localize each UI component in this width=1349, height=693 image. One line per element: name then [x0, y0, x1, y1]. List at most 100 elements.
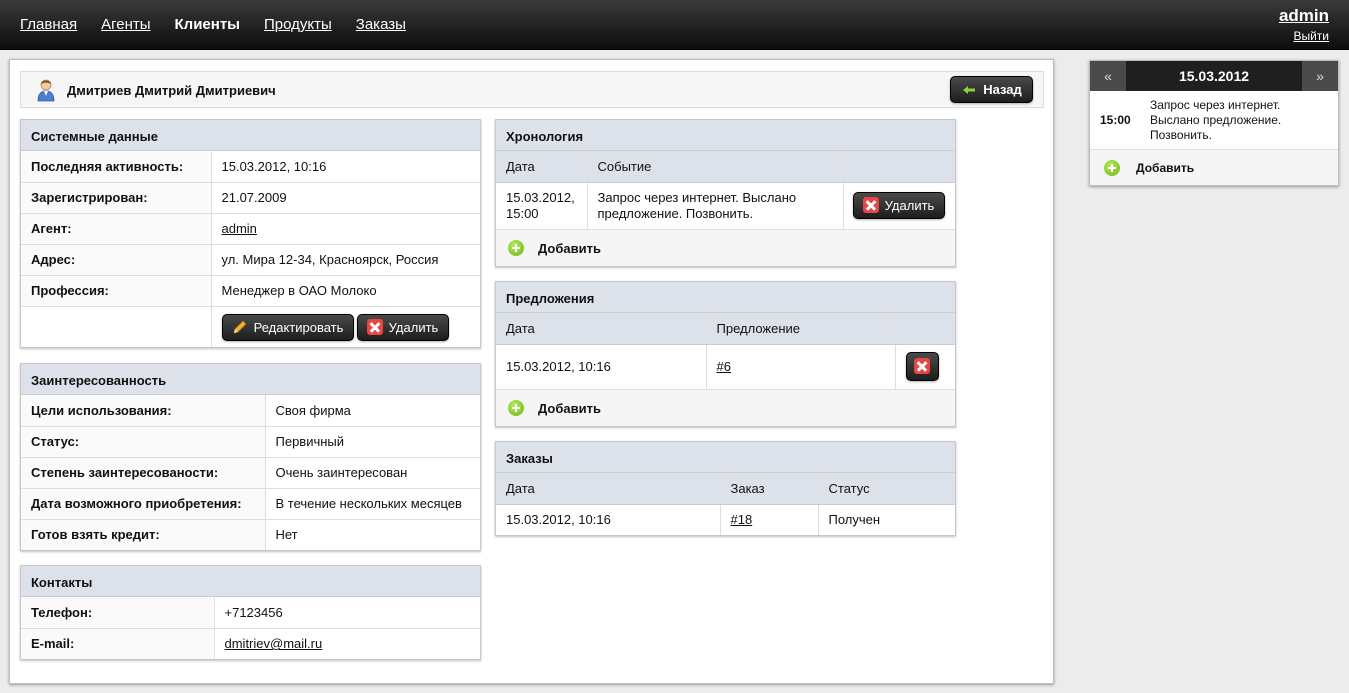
table-row: Адрес: ул. Мира 12-34, Красноярск, Росси…: [21, 244, 480, 276]
table-row: E-mail: dmitriev@mail.ru: [21, 628, 480, 659]
offers-table: Дата Предложение 15.03.2012, 10:16 #6: [496, 313, 955, 389]
row-label: Степень заинтересованости:: [21, 457, 265, 489]
calendar-next-button[interactable]: »: [1302, 61, 1338, 91]
contacts-panel: Контакты Телефон: +7123456 E-mail: dmitr…: [20, 565, 481, 660]
logout-link[interactable]: Выйти: [1293, 29, 1329, 43]
actions-row: Редактировать Удалить: [21, 306, 480, 347]
orders-table: Дата Заказ Статус 15.03.2012, 10:16 #18 …: [496, 473, 955, 535]
nav-agents[interactable]: Агенты: [101, 16, 150, 33]
row-value: dmitriev@mail.ru: [213, 628, 480, 659]
row-value: В течение нескольких месяцев: [264, 488, 480, 520]
row-label: Телефон:: [21, 597, 214, 629]
table-header-row: Дата Заказ Статус: [496, 473, 955, 505]
nav-clients[interactable]: Клиенты: [175, 16, 240, 33]
client-header: Дмитриев Дмитрий Дмитриевич Назад: [20, 71, 1044, 108]
delete-icon: [366, 319, 383, 335]
offer-date: 15.03.2012, 10:16: [506, 359, 611, 375]
column-header-date: Дата: [496, 151, 587, 183]
order-status: Получен: [817, 504, 955, 535]
interest-title: Заинтересованность: [21, 364, 480, 395]
client-card: Дмитриев Дмитрий Дмитриевич Назад Систем…: [9, 59, 1054, 684]
table-row: Степень заинтересованости: Очень заинтер…: [21, 457, 480, 489]
arrow-left-icon: [963, 85, 976, 94]
column-header-date: Дата: [496, 473, 720, 505]
column-header-status: Статус: [817, 473, 955, 505]
table-row: 15.03.2012, 15:00 Запрос через интернет.…: [496, 182, 955, 229]
column-header-event: Событие: [586, 151, 843, 183]
row-label: Зарегистрирован:: [21, 182, 211, 214]
nav-orders[interactable]: Заказы: [356, 16, 406, 33]
delete-icon: [862, 197, 879, 213]
pencil-icon: [233, 320, 247, 334]
calendar-header: « 15.03.2012 »: [1090, 61, 1338, 91]
agent-link[interactable]: admin: [222, 221, 257, 236]
table-row: Цели использования: Своя фирма: [21, 395, 480, 427]
plus-icon: [508, 240, 524, 256]
offer-cell: #6: [705, 344, 895, 389]
event-date: 15.03.2012, 15:00: [506, 189, 575, 221]
back-button[interactable]: Назад: [950, 76, 1033, 103]
email-link[interactable]: dmitriev@mail.ru: [225, 636, 323, 651]
row-label: Адрес:: [21, 244, 211, 276]
calendar-add-button[interactable]: Добавить: [1090, 150, 1338, 185]
row-value: +7123456: [213, 597, 480, 629]
table-header-row: Дата Событие: [496, 151, 955, 183]
row-value: ул. Мира 12-34, Красноярск, Россия: [210, 244, 480, 276]
add-offer-button[interactable]: Добавить: [496, 389, 955, 426]
chronology-title: Хронология: [496, 120, 955, 151]
plus-icon: [1104, 159, 1120, 176]
chronology-table: Дата Событие 15.03.2012, 15:00 Запрос че…: [496, 151, 955, 229]
nav-products[interactable]: Продукты: [264, 16, 332, 33]
row-label: E-mail:: [21, 628, 214, 659]
row-value: admin: [210, 213, 480, 245]
row-label: Статус:: [21, 426, 265, 458]
contacts-title: Контакты: [21, 566, 480, 597]
row-value: 21.07.2009: [210, 182, 480, 214]
delete-event-button[interactable]: Удалить: [852, 191, 945, 219]
system-data-title: Системные данные: [21, 120, 480, 151]
table-row: Телефон: +7123456: [21, 597, 480, 629]
contacts-table: Телефон: +7123456 E-mail: dmitriev@mail.…: [21, 597, 480, 659]
offer-link[interactable]: #6: [717, 359, 731, 374]
calendar-date: 15.03.2012: [1178, 68, 1250, 84]
delete-icon: [914, 358, 930, 374]
person-icon: [37, 79, 55, 102]
row-value: Менеджер в ОАО Молоко: [210, 275, 480, 307]
row-label: Готов взять кредит:: [21, 519, 265, 550]
row-value: Очень заинтересован: [264, 457, 480, 489]
order-date: 15.03.2012, 10:16: [506, 512, 611, 528]
delete-offer-button[interactable]: [905, 351, 939, 381]
row-value: 15.03.2012, 10:16: [210, 151, 480, 183]
add-offer-label: Добавить: [538, 400, 601, 416]
delete-button-label: Удалить: [388, 319, 439, 335]
system-data-table: Последняя активность: 15.03.2012, 10:16 …: [21, 151, 480, 347]
column-header-date: Дата: [496, 313, 706, 345]
table-row: Агент: admin: [21, 213, 480, 245]
calendar-event-text: Запрос через интернет. Выслано предложен…: [1150, 98, 1282, 142]
event-text: Запрос через интернет. Выслано предложен…: [586, 182, 843, 229]
offers-title: Предложения: [496, 282, 955, 313]
client-name: Дмитриев Дмитрий Дмитриевич: [67, 83, 276, 98]
row-value: Своя фирма: [264, 395, 480, 427]
row-label: Цели использования:: [21, 395, 265, 427]
plus-icon: [508, 400, 524, 416]
orders-title: Заказы: [496, 442, 955, 473]
interest-panel: Заинтересованность Цели использования: С…: [20, 363, 481, 551]
table-row: 15.03.2012, 10:16 #6: [496, 344, 955, 389]
table-row: Дата возможного приобретения: В течение …: [21, 488, 480, 520]
chronology-panel: Хронология Дата Событие 15.03.2012, 15:0…: [495, 119, 956, 267]
nav-home[interactable]: Главная: [20, 16, 77, 33]
table-row: Последняя активность: 15.03.2012, 10:16: [21, 151, 480, 183]
add-event-button[interactable]: Добавить: [496, 229, 955, 266]
row-label: Последняя активность:: [21, 151, 211, 183]
order-link[interactable]: #18: [731, 512, 753, 527]
edit-button[interactable]: Редактировать: [221, 313, 354, 341]
delete-event-label: Удалить: [884, 197, 935, 213]
column-header-order: Заказ: [719, 473, 818, 505]
orders-panel: Заказы Дата Заказ Статус 15.03.2012, 10:…: [495, 441, 956, 536]
current-user-link[interactable]: admin: [1279, 6, 1329, 26]
calendar-prev-button[interactable]: «: [1090, 61, 1126, 91]
calendar-add-label: Добавить: [1136, 160, 1195, 175]
table-row: Готов взять кредит: Нет: [21, 519, 480, 550]
delete-client-button[interactable]: Удалить: [356, 313, 449, 341]
